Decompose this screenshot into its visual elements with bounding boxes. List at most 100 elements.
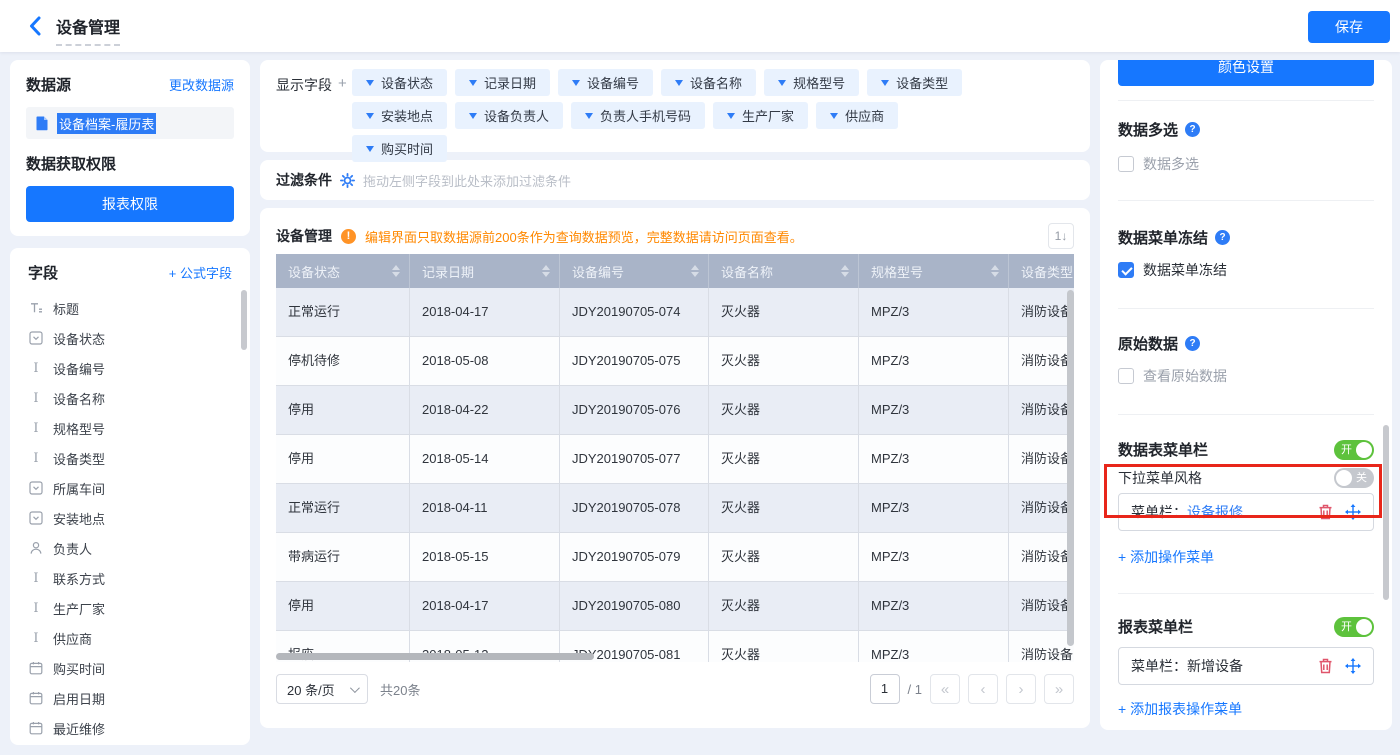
add-report-action-menu-link[interactable]: + 添加报表操作菜单 xyxy=(1118,699,1242,719)
display-field-tag[interactable]: 负责人手机号码 xyxy=(571,102,706,129)
field-item-manufacturer[interactable]: I 生产厂家 xyxy=(28,593,232,623)
menu-item-prefix: 菜单栏： xyxy=(1131,504,1187,520)
tag-label: 设备负责人 xyxy=(484,109,550,124)
save-button[interactable]: 保存 xyxy=(1308,11,1390,43)
table-vertical-scrollbar[interactable] xyxy=(1067,290,1074,646)
field-item-purchase-date[interactable]: 购买时间 xyxy=(28,653,232,683)
device-management-editor: 设备管理 保存 数据源 更改数据源 设备档案-履历表 数据获取权限 报表权限 字… xyxy=(0,0,1400,755)
cell: MPZ/3 xyxy=(859,484,1009,532)
permission-heading: 数据获取权限 xyxy=(26,156,117,173)
field-label: 设备名称 xyxy=(53,391,106,407)
column-header[interactable]: 规格型号 xyxy=(859,254,1009,288)
display-field-tag[interactable]: 设备负责人 xyxy=(455,102,564,129)
field-item-supplier[interactable]: I 供应商 xyxy=(28,623,232,653)
display-field-tag[interactable]: 设备状态 xyxy=(352,69,448,96)
field-item-device-name[interactable]: I 设备名称 xyxy=(28,383,232,413)
display-field-tag[interactable]: 设备名称 xyxy=(661,69,757,96)
cell: 灭火器 xyxy=(709,582,859,630)
first-page-button[interactable]: « xyxy=(930,674,960,704)
field-item-contact[interactable]: I 联系方式 xyxy=(28,563,232,593)
gear-icon[interactable] xyxy=(340,172,355,188)
tag-label: 规格型号 xyxy=(793,76,846,91)
column-header[interactable]: 设备编号 xyxy=(560,254,709,288)
column-header[interactable]: 记录日期 xyxy=(410,254,560,288)
report-menu-item[interactable]: 菜单栏： 新增设备 xyxy=(1118,647,1374,685)
report-menu-toggle[interactable]: 开 xyxy=(1334,616,1374,637)
tag-label: 生产厂家 xyxy=(742,109,795,124)
date-field-icon xyxy=(28,721,44,735)
cell: 灭火器 xyxy=(709,386,859,434)
field-item-device-status[interactable]: 设备状态 xyxy=(28,323,232,353)
display-field-tag[interactable]: 生产厂家 xyxy=(713,102,809,129)
cell: 带病运行 xyxy=(276,533,410,581)
add-action-menu-link[interactable]: + 添加操作菜单 xyxy=(1118,547,1214,567)
field-item-workshop[interactable]: 所属车间 xyxy=(28,473,232,503)
move-menu-icon[interactable] xyxy=(1345,504,1361,520)
horizontal-scrollbar[interactable] xyxy=(276,653,594,660)
report-permission-button[interactable]: 报表权限 xyxy=(26,186,234,222)
delete-menu-icon[interactable] xyxy=(1318,658,1333,674)
column-header[interactable]: 设备名称 xyxy=(709,254,859,288)
field-item-enable-date[interactable]: 启用日期 xyxy=(28,683,232,713)
help-icon[interactable]: ? xyxy=(1185,336,1201,351)
display-field-tag[interactable]: 供应商 xyxy=(816,102,899,129)
menu-freeze-checkbox[interactable] xyxy=(1118,262,1134,278)
field-item-install-location[interactable]: 安装地点 xyxy=(28,503,232,533)
field-item-device-no[interactable]: I 设备编号 xyxy=(28,353,232,383)
last-page-button[interactable]: » xyxy=(1044,674,1074,704)
cell: 停用 xyxy=(276,435,410,483)
chevron-down-icon xyxy=(349,682,360,693)
column-header[interactable]: 设备类型 xyxy=(1009,254,1074,288)
add-formula-field-link[interactable]: + 公式字段 xyxy=(169,263,232,282)
display-field-tag[interactable]: 记录日期 xyxy=(455,69,551,96)
change-datasource-link[interactable]: 更改数据源 xyxy=(169,75,234,94)
fields-scrollbar[interactable] xyxy=(241,290,247,350)
date-field-icon xyxy=(28,661,44,675)
caret-down-icon xyxy=(830,112,839,119)
display-field-tag[interactable]: 设备编号 xyxy=(558,69,654,96)
display-field-tag[interactable]: 设备类型 xyxy=(867,69,963,96)
field-item-spec-model[interactable]: I 规格型号 xyxy=(28,413,232,443)
field-item-last-repair[interactable]: 最近维修 xyxy=(28,713,232,743)
dropdown-style-toggle[interactable]: 关 xyxy=(1334,468,1374,488)
datasource-item[interactable]: 设备档案-履历表 xyxy=(26,107,234,139)
color-settings-button[interactable]: 颜色设置 xyxy=(1118,60,1374,86)
table-menu-heading: 数据表菜单栏 xyxy=(1118,442,1209,459)
multi-select-checkbox[interactable] xyxy=(1118,156,1134,172)
cell: MPZ/3 xyxy=(859,288,1009,336)
back-button[interactable] xyxy=(24,14,48,38)
column-header[interactable]: 设备状态 xyxy=(276,254,410,288)
display-field-tag[interactable]: 购买时间 xyxy=(352,135,448,162)
cell: 正常运行 xyxy=(276,288,410,336)
toggle-knob xyxy=(1356,441,1372,458)
settings-scrollbar[interactable] xyxy=(1383,425,1389,600)
default-sort-button[interactable]: 1↓ xyxy=(1048,223,1074,249)
field-label: 负责人 xyxy=(53,541,93,557)
pagination-bar: 20 条/页 共20条 1 / 1 « ‹ › » xyxy=(276,674,1074,704)
field-item-title[interactable]: 标题 xyxy=(28,293,232,323)
settings-panel: 颜色设置 数据多选 ? 数据多选 数据菜单冻结 ? 数据菜单冻结 原始数据 ? … xyxy=(1100,60,1392,730)
table-menu-item[interactable]: 菜单栏： 设备报修 xyxy=(1118,493,1374,531)
field-item-owner[interactable]: 负责人 xyxy=(28,533,232,563)
filter-drop-area[interactable]: 过滤条件 拖动左侧字段到此处来添加过滤条件 xyxy=(260,160,1090,200)
display-field-tag[interactable]: 安装地点 xyxy=(352,102,448,129)
cell: 灭火器 xyxy=(709,337,859,385)
table-menu-toggle[interactable]: 开 xyxy=(1334,439,1374,460)
sort-arrows-icon xyxy=(542,261,550,281)
help-icon[interactable]: ? xyxy=(1215,230,1231,245)
move-menu-icon[interactable] xyxy=(1345,658,1361,674)
display-field-tag[interactable]: 规格型号 xyxy=(764,69,860,96)
text-field-icon: I xyxy=(33,420,39,436)
caret-down-icon xyxy=(881,79,890,86)
next-page-button[interactable]: › xyxy=(1006,674,1036,704)
add-display-field-icon[interactable]: + xyxy=(338,75,347,92)
raw-data-checkbox[interactable] xyxy=(1118,368,1134,384)
help-icon[interactable]: ? xyxy=(1185,122,1201,137)
dropdown-style-label: 下拉菜单风格 xyxy=(1118,470,1202,486)
multi-select-heading: 数据多选 xyxy=(1118,122,1179,139)
delete-menu-icon[interactable] xyxy=(1318,504,1333,520)
page-number-input[interactable]: 1 xyxy=(869,674,900,704)
field-item-device-type[interactable]: I 设备类型 xyxy=(28,443,232,473)
prev-page-button[interactable]: ‹ xyxy=(968,674,998,704)
page-size-select[interactable]: 20 条/页 xyxy=(276,674,368,704)
